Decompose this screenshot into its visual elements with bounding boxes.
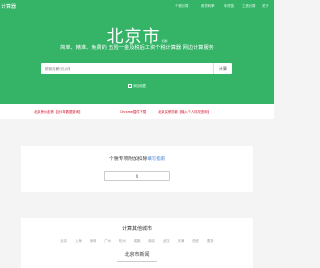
site-logo[interactable]: 计算器 [1,3,16,10]
salary-input[interactable] [41,63,213,74]
hero-banner: 计算器 个税计算 房贷利率 年终奖 工资计算 关于 北京市切换 简单、精准、免费… [0,0,274,104]
other-cities-title: 计算其他城市 [121,226,152,232]
nav-item[interactable]: 年终奖 [224,3,234,8]
city-link[interactable]: 天津 [178,239,185,243]
divider [117,261,157,262]
city-list: 北京 上海 深圳 广州 杭州 成都 南京 武汉 天津 西安 更多 [21,238,253,243]
city-link[interactable]: 武汉 [163,239,170,243]
ad-strip: 北京房价走势【近5年数据查询】 Chrome插件下载 北京买房贷款【输入个人情况… [0,104,274,119]
city-link[interactable]: 北京 [60,239,67,243]
deduction-panel: 个税专项附加扣除填写指南 0 [21,146,253,192]
checkbox-icon[interactable] [128,84,133,88]
ad-link[interactable]: 北京房价走势【近5年数据查询】 [34,109,82,114]
city-link[interactable]: 广州 [104,239,111,243]
ad-link[interactable]: Chrome插件下载 [120,109,146,114]
top-navbar: 计算器 个税计算 房贷利率 年终奖 工资计算 关于 [0,0,274,12]
guide-link[interactable]: 填写指南 [147,157,165,162]
nav-item[interactable]: 房贷利率 [201,3,215,8]
deduction-title-text: 个税专项附加扣除 [109,157,148,162]
city-link[interactable]: 杭州 [119,239,126,243]
city-link[interactable]: 成都 [134,239,141,243]
deduction-title: 个税专项附加扣除填写指南 [21,155,253,162]
nav-item[interactable]: 个税计算 [175,3,189,8]
deduction-amount-input[interactable]: 0 [104,171,170,181]
hero-tagline: 简单、精准、免费的 五险一金及税后工资个税计算器 网边计算服务 [60,45,214,51]
other-cities-panel: 计算其他城市 北京 上海 深圳 广州 杭州 成都 南京 武汉 天津 西安 更多 … [21,218,253,268]
city-link[interactable]: 上海 [75,239,82,243]
city-link[interactable]: 更多 [207,239,214,243]
salary-search-box: 计算 [41,63,232,74]
city-switch-link[interactable]: 切换 [161,39,167,43]
news-title: 北京市新闻 [124,252,150,258]
city-link[interactable]: 南京 [148,239,155,243]
nav-item[interactable]: 关于 [262,3,269,8]
add-favorite[interactable]: 添加收藏 [0,83,274,88]
city-link[interactable]: 西安 [192,239,199,243]
nav-item[interactable]: 工资计算 [242,3,256,8]
city-link[interactable]: 深圳 [90,239,97,243]
calculate-button[interactable]: 计算 [213,63,232,74]
favorite-label: 添加收藏 [133,84,146,88]
ad-link[interactable]: 北京买房贷款【输入个人情况查询】 [158,109,211,114]
